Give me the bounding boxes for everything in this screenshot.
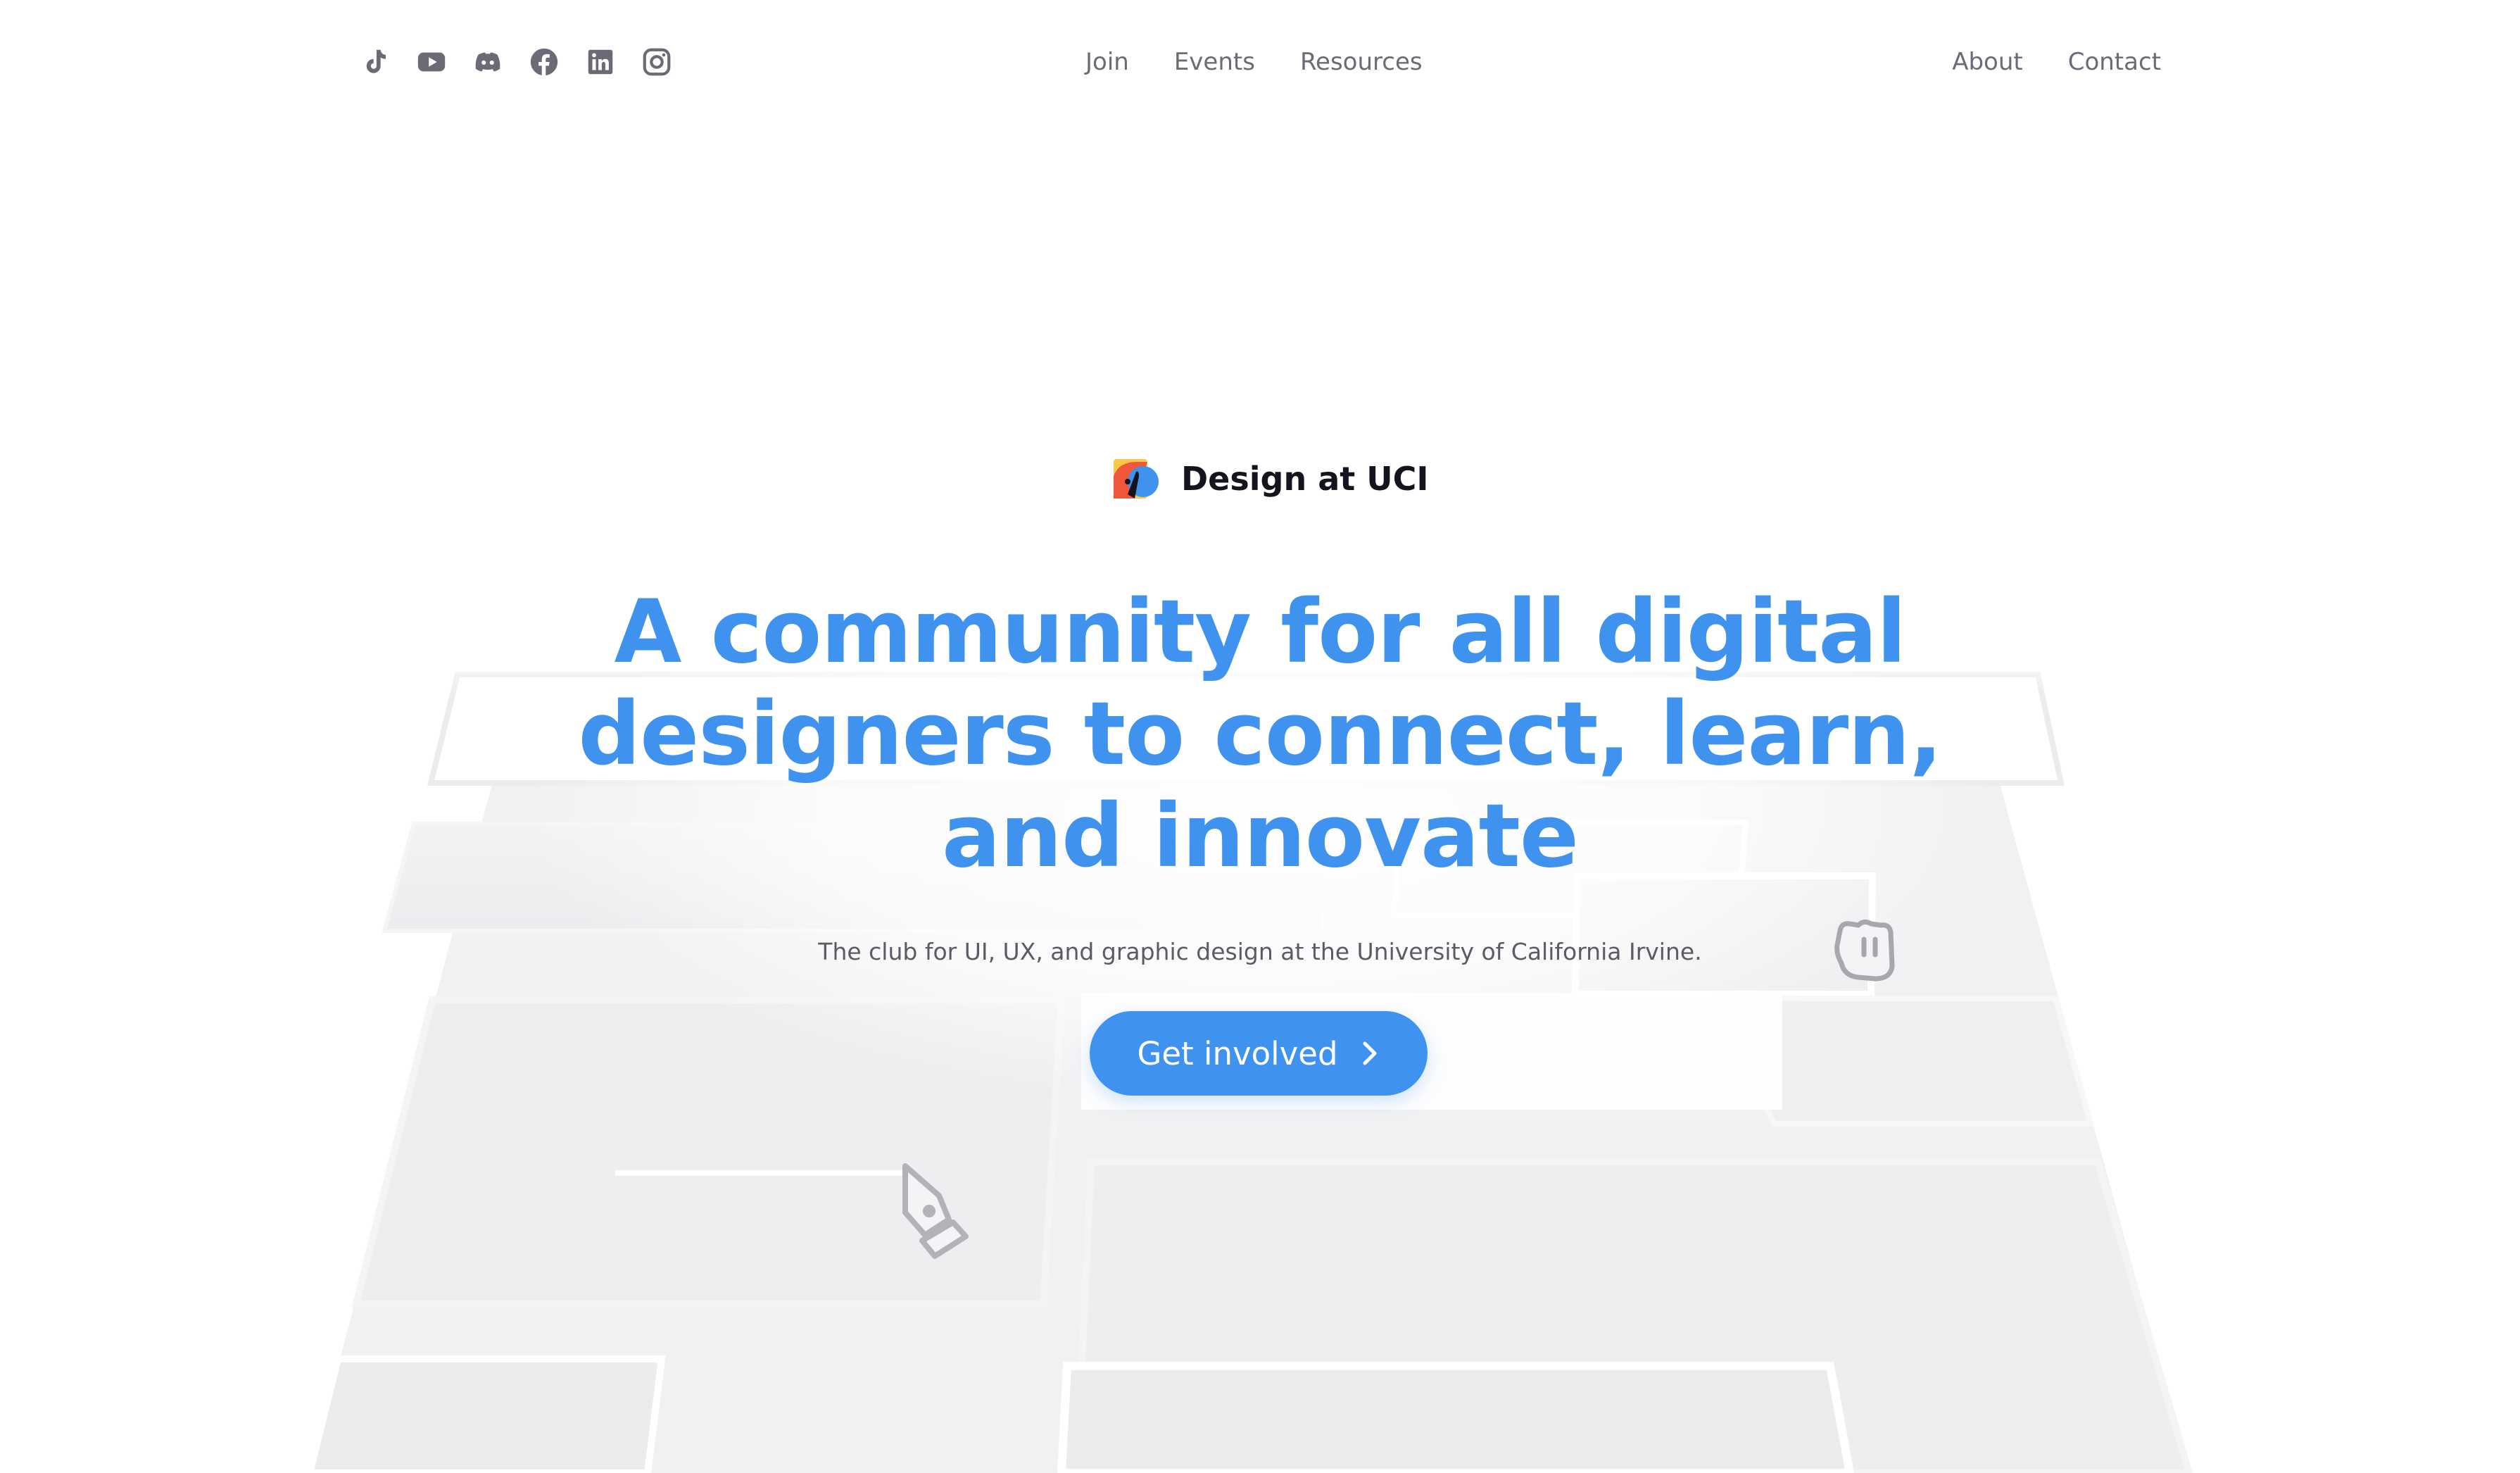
pen-tool-icon: [898, 1162, 976, 1260]
hero-headline-line: and innovate: [941, 786, 1579, 887]
tiktok-icon[interactable]: [359, 46, 391, 78]
discord-icon[interactable]: [472, 46, 504, 78]
social-links: [359, 45, 673, 79]
nav-join[interactable]: Join: [1085, 41, 1129, 83]
hero-headline-line: designers to connect, learn,: [578, 684, 1942, 785]
get-involved-button[interactable]: Get involved: [1090, 1011, 1428, 1096]
brand-name: Design at UCI: [1181, 460, 1429, 498]
hero-subtitle: The club for UI, UX, and graphic design …: [818, 938, 1702, 965]
grab-hand-icon: [1830, 917, 1901, 984]
linkedin-icon[interactable]: [584, 46, 617, 78]
nav-contact[interactable]: Contact: [2068, 41, 2161, 83]
instagram-icon[interactable]: [641, 46, 673, 78]
hero-headline: A community for all digital designers to…: [486, 582, 2034, 888]
get-involved-label: Get involved: [1137, 1034, 1338, 1072]
nav-events[interactable]: Events: [1174, 41, 1255, 83]
hero-headline-line: A community for all digital: [614, 582, 1907, 683]
nav-about[interactable]: About: [1952, 41, 2023, 83]
design-at-uci-logo: [1114, 459, 1159, 499]
youtube-icon[interactable]: [415, 46, 448, 78]
chevron-right-icon: [1363, 1041, 1377, 1065]
secondary-nav: About Contact: [1952, 41, 2161, 83]
brand[interactable]: Design at UCI: [1112, 451, 1429, 507]
nav-resources[interactable]: Resources: [1300, 41, 1423, 83]
facebook-icon[interactable]: [528, 46, 560, 78]
primary-nav: Join Events Resources: [1085, 41, 1423, 83]
